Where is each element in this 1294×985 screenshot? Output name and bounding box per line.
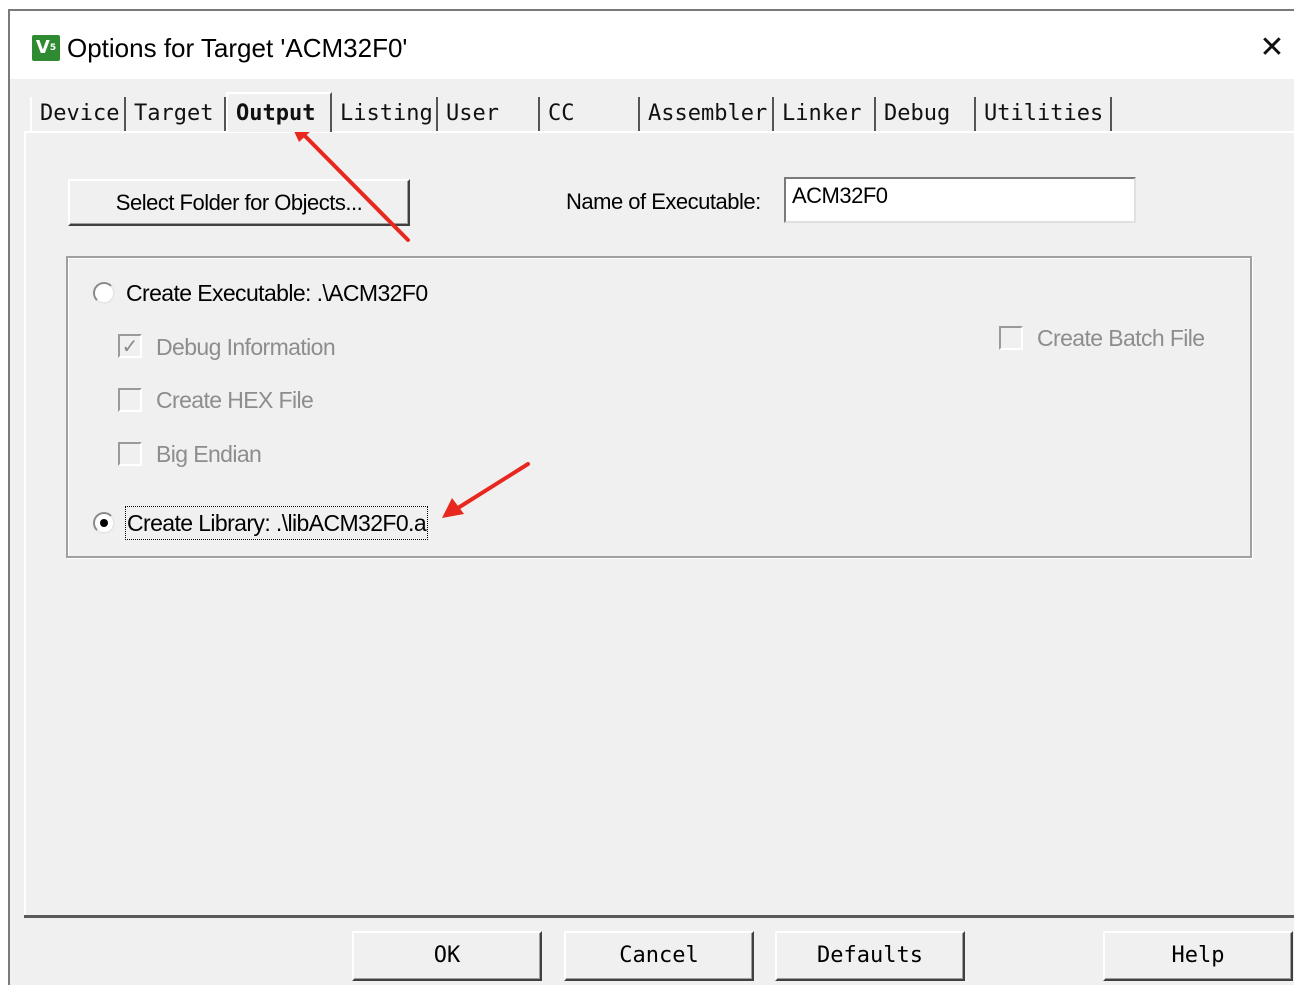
help-button[interactable]: Help	[1103, 931, 1293, 981]
tab-cc[interactable]: CC	[540, 97, 640, 131]
dialog-title: Options for Target 'ACM32F0'	[67, 33, 408, 63]
big-endian-checkbox[interactable]	[118, 442, 142, 466]
debug-information-checkbox[interactable]: ✓	[118, 334, 142, 358]
create-batch-checkbox[interactable]	[999, 326, 1023, 350]
tab-linker[interactable]: Linker	[774, 97, 876, 131]
tab-debug[interactable]: Debug	[876, 97, 976, 131]
create-batch-label: Create Batch File	[1037, 325, 1205, 351]
tab-target[interactable]: Target	[126, 97, 226, 131]
tab-utilities[interactable]: Utilities	[976, 97, 1112, 131]
debug-information-label: Debug Information	[156, 334, 336, 360]
name-of-executable-label: Name of Executable:	[566, 189, 761, 214]
pane-divider	[24, 915, 1294, 918]
close-icon[interactable]: ✕	[1252, 28, 1292, 68]
create-hex-checkbox[interactable]	[118, 388, 142, 412]
create-hex-label: Create HEX File	[156, 387, 314, 413]
select-folder-button[interactable]: Select Folder for Objects...	[68, 179, 410, 226]
tab-device[interactable]: Device	[30, 97, 126, 131]
defaults-button[interactable]: Defaults	[775, 931, 965, 981]
ok-button[interactable]: OK	[352, 931, 542, 981]
tab-output[interactable]: Output	[226, 92, 332, 132]
create-library-radio[interactable]	[93, 512, 115, 534]
tab-assembler[interactable]: Assembler	[640, 97, 774, 131]
create-executable-label[interactable]: Create Executable: .\ACM32F0	[126, 278, 428, 308]
tab-listing[interactable]: Listing	[332, 97, 438, 131]
cancel-button[interactable]: Cancel	[564, 931, 754, 981]
big-endian-label: Big Endian	[156, 441, 262, 467]
name-of-executable-input[interactable]: ACM32F0	[784, 177, 1136, 223]
create-executable-radio[interactable]	[93, 282, 115, 304]
tab-user[interactable]: User	[438, 97, 540, 131]
create-library-label[interactable]: Create Library: .\libACM32F0.a	[124, 506, 429, 540]
app-icon: V5	[32, 35, 60, 61]
